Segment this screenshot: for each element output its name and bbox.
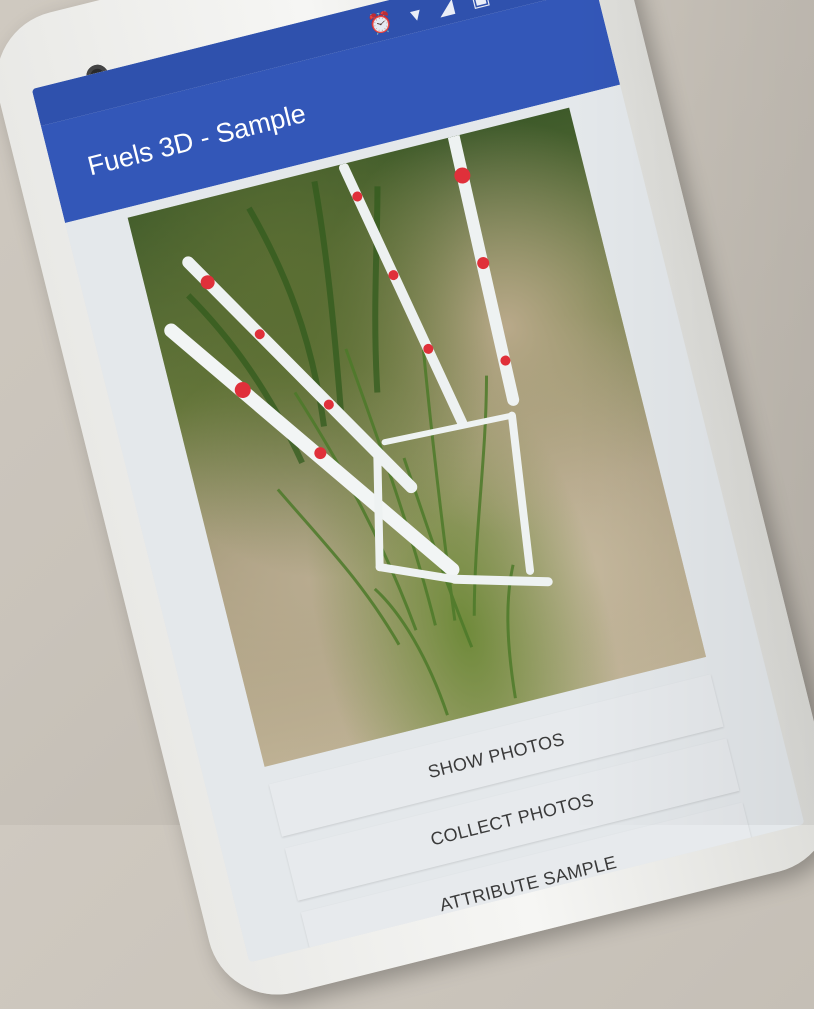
app-content: SHOW PHOTOS COLLECT PHOTOS ATTRIBUTE SAM… <box>65 84 805 963</box>
phone-device: ⏰ ▾ ◢ ▣ ▮ Fuels 3D - Sample SHOW PHOTOS … <box>0 0 814 1009</box>
phone-screen: ⏰ ▾ ◢ ▣ ▮ Fuels 3D - Sample SHOW PHOTOS … <box>31 0 805 963</box>
sample-photo[interactable] <box>127 107 707 767</box>
scene: ⏰ ▾ ◢ ▣ ▮ Fuels 3D - Sample SHOW PHOTOS … <box>0 0 814 1009</box>
photo-scene <box>164 130 553 716</box>
